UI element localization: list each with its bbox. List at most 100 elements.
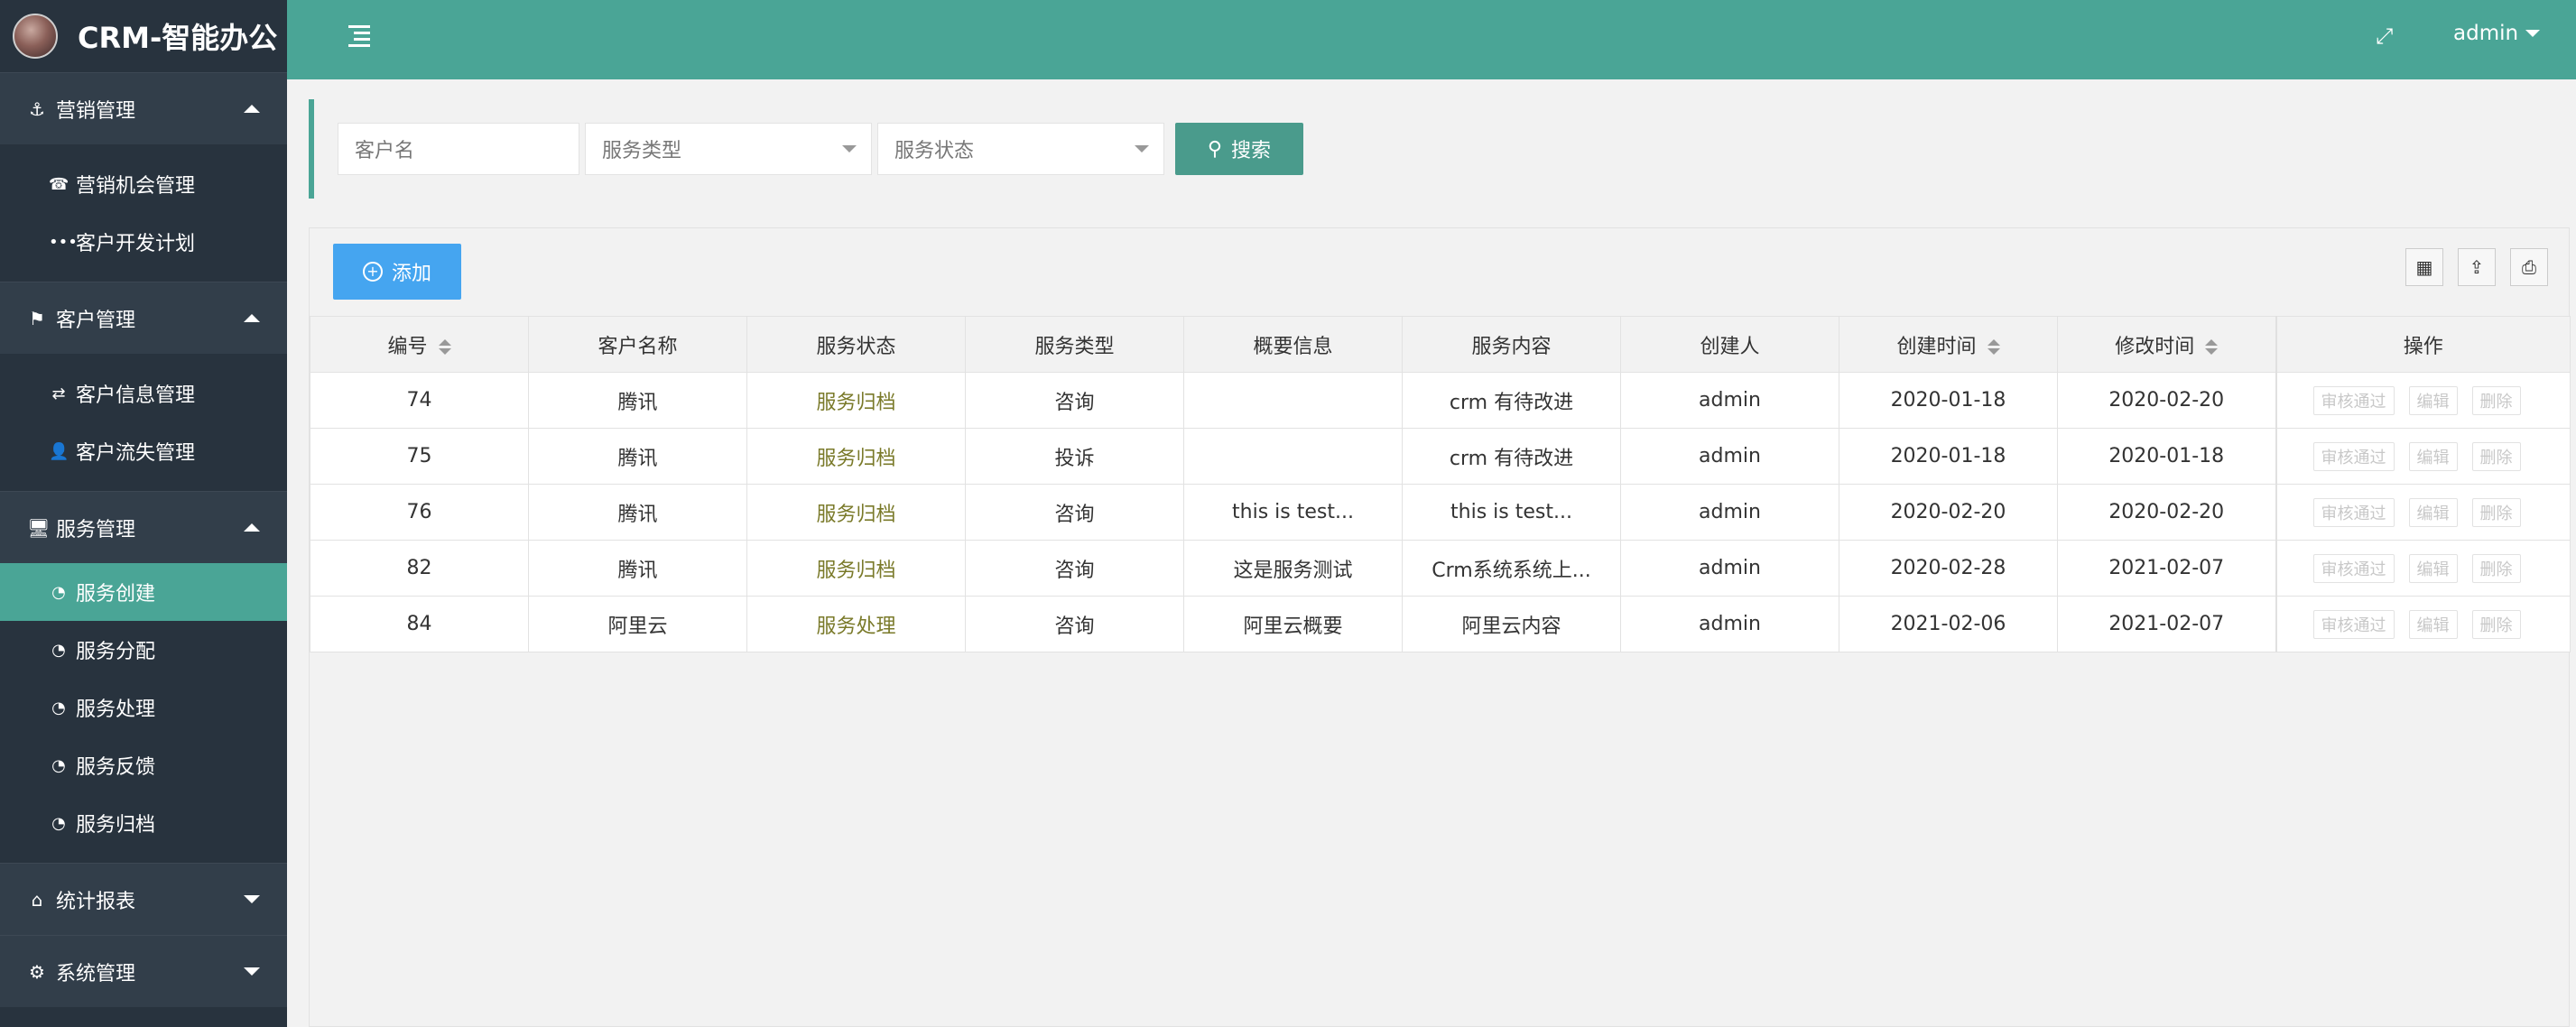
sidebar-item-service-archive[interactable]: ◔服务归档 — [0, 794, 287, 852]
sidebar-item-service-assign[interactable]: ◔服务分配 — [0, 621, 287, 679]
sidebar-item-label: 客户开发计划 — [76, 227, 195, 256]
sort-icon[interactable] — [2205, 338, 2218, 356]
cell-content: 阿里云内容 — [1403, 597, 1621, 652]
cell-summary — [1184, 429, 1403, 485]
fullscreen-icon[interactable]: ⤢ — [2376, 23, 2393, 49]
column-header-id[interactable]: 编号 — [310, 317, 529, 373]
sidebar-group-label: 客户管理 — [56, 304, 135, 333]
sort-icon[interactable] — [439, 338, 451, 356]
cell-actions: 审核通过编辑删除 — [2276, 485, 2571, 541]
sidebar-item-customer-loss[interactable]: 👤客户流失管理 — [0, 422, 287, 480]
anchor-icon: ⚓ — [27, 98, 47, 120]
sidebar-item-opportunity[interactable]: ☎营销机会管理 — [0, 155, 287, 213]
cell-summary: 阿里云概要 — [1184, 597, 1403, 652]
table-row[interactable]: 75腾讯服务归档投诉crm 有待改进admin2020-01-182020-01… — [310, 429, 2571, 485]
cell-creator: admin — [1621, 373, 1839, 429]
service-type-select[interactable]: 服务类型 — [585, 123, 872, 175]
column-header-label: 编号 — [387, 336, 427, 358]
table-row[interactable]: 76腾讯服务归档咨询this is test...this is test...… — [310, 485, 2571, 541]
sort-icon[interactable] — [1988, 338, 2000, 356]
column-header-summary: 概要信息 — [1184, 317, 1403, 373]
column-header-status: 服务状态 — [747, 317, 966, 373]
approve-button[interactable]: 审核通过 — [2313, 554, 2395, 583]
column-header-created[interactable]: 创建时间 — [1839, 317, 2058, 373]
edit-button[interactable]: 编辑 — [2409, 386, 2458, 415]
caret-up-icon — [244, 105, 260, 113]
add-button[interactable]: + 添加 — [333, 244, 461, 300]
cell-id: 76 — [310, 485, 529, 541]
sidebar-group-reports[interactable]: ⌂统计报表 — [0, 863, 287, 935]
caret-down-icon — [2525, 30, 2540, 37]
cell-id: 75 — [310, 429, 529, 485]
sidebar-item-service-feedback[interactable]: ◔服务反馈 — [0, 736, 287, 794]
sidebar-item-customer-info[interactable]: ⇄客户信息管理 — [0, 365, 287, 422]
sidebar-group-label: 营销管理 — [56, 95, 135, 124]
cell-actions: 审核通过编辑删除 — [2276, 541, 2571, 597]
sidebar-item-service-create[interactable]: ◔服务创建 — [0, 563, 287, 621]
edit-button[interactable]: 编辑 — [2409, 554, 2458, 583]
plus-circle-icon: + — [363, 262, 383, 282]
export-icon[interactable]: ⇪ — [2458, 248, 2496, 286]
sidebar-item-dev-plan[interactable]: •••客户开发计划 — [0, 213, 287, 271]
approve-button[interactable]: 审核通过 — [2313, 386, 2395, 415]
cell-actions: 审核通过编辑删除 — [2276, 597, 2571, 652]
table-row[interactable]: 82腾讯服务归档咨询这是服务测试Crm系统系统上...admin2020-02-… — [310, 541, 2571, 597]
cell-customer: 腾讯 — [529, 429, 747, 485]
cell-id: 84 — [310, 597, 529, 652]
sidebar-group-system[interactable]: ⚙系统管理 — [0, 935, 287, 1007]
cell-type: 咨询 — [966, 485, 1184, 541]
edit-button[interactable]: 编辑 — [2409, 442, 2458, 471]
service-type-value: 服务类型 — [602, 134, 681, 163]
cell-type: 咨询 — [966, 373, 1184, 429]
cell-customer: 腾讯 — [529, 485, 747, 541]
edit-button[interactable]: 编辑 — [2409, 610, 2458, 639]
delete-button[interactable]: 删除 — [2472, 442, 2521, 471]
sidebar-group-marketing[interactable]: ⚓ 营销管理 — [0, 72, 287, 144]
search-icon: ⚲ — [1208, 138, 1222, 161]
column-header-modified[interactable]: 修改时间 — [2058, 317, 2276, 373]
cell-content: crm 有待改进 — [1403, 429, 1621, 485]
columns-filter-icon[interactable]: ▦ — [2405, 248, 2443, 286]
sidebar-item-service-handle[interactable]: ◔服务处理 — [0, 679, 287, 736]
user-minus-icon: 👤 — [49, 442, 69, 461]
cell-summary — [1184, 373, 1403, 429]
sidebar-submenu-marketing: ☎营销机会管理 •••客户开发计划 — [0, 144, 287, 282]
menu-toggle-icon[interactable] — [348, 23, 370, 47]
flag-icon: ⚑ — [27, 308, 47, 329]
sidebar-item-label: 营销机会管理 — [76, 170, 195, 199]
cell-content: this is test... — [1403, 485, 1621, 541]
column-header-creator: 创建人 — [1621, 317, 1839, 373]
caret-down-icon — [244, 895, 260, 903]
cogs-icon: ⚙ — [27, 961, 47, 983]
table-row[interactable]: 74腾讯服务归档咨询crm 有待改进admin2020-01-182020-02… — [310, 373, 2571, 429]
customer-name-placeholder: 客户名 — [355, 134, 414, 163]
delete-button[interactable]: 删除 — [2472, 610, 2521, 639]
search-button[interactable]: ⚲ 搜索 — [1175, 123, 1303, 175]
app-title: CRM-智能办公 — [78, 15, 277, 57]
table-panel: + 添加 ▦ ⇪ ⎙ 编号 客户名称 服务状态 服务类型 概要信息 服务内容 创… — [309, 227, 2570, 1027]
edit-button[interactable]: 编辑 — [2409, 498, 2458, 527]
cell-created: 2020-02-28 — [1839, 541, 2058, 597]
approve-button[interactable]: 审核通过 — [2313, 610, 2395, 639]
cell-id: 82 — [310, 541, 529, 597]
approve-button[interactable]: 审核通过 — [2313, 442, 2395, 471]
service-status-select[interactable]: 服务状态 — [877, 123, 1164, 175]
cell-status: 服务归档 — [747, 485, 966, 541]
sidebar-group-customer[interactable]: ⚑ 客户管理 — [0, 282, 287, 354]
user-menu[interactable]: admin — [2453, 22, 2540, 45]
delete-button[interactable]: 删除 — [2472, 554, 2521, 583]
delete-button[interactable]: 删除 — [2472, 498, 2521, 527]
cell-creator: admin — [1621, 597, 1839, 652]
cell-status: 服务归档 — [747, 541, 966, 597]
delete-button[interactable]: 删除 — [2472, 386, 2521, 415]
customer-name-input[interactable]: 客户名 — [338, 123, 579, 175]
table-row[interactable]: 84阿里云服务处理咨询阿里云概要阿里云内容admin2021-02-062021… — [310, 597, 2571, 652]
cell-summary: 这是服务测试 — [1184, 541, 1403, 597]
print-icon[interactable]: ⎙ — [2510, 248, 2548, 286]
sidebar: CRM-智能办公 ⚓ 营销管理 ☎营销机会管理 •••客户开发计划 ⚑ 客户管理 ⇄… — [0, 0, 287, 1027]
cell-status: 服务归档 — [747, 429, 966, 485]
cell-created: 2020-01-18 — [1839, 429, 2058, 485]
sidebar-item-label: 客户信息管理 — [76, 379, 195, 408]
approve-button[interactable]: 审核通过 — [2313, 498, 2395, 527]
sidebar-group-service[interactable]: 🖥服务管理 — [0, 491, 287, 563]
